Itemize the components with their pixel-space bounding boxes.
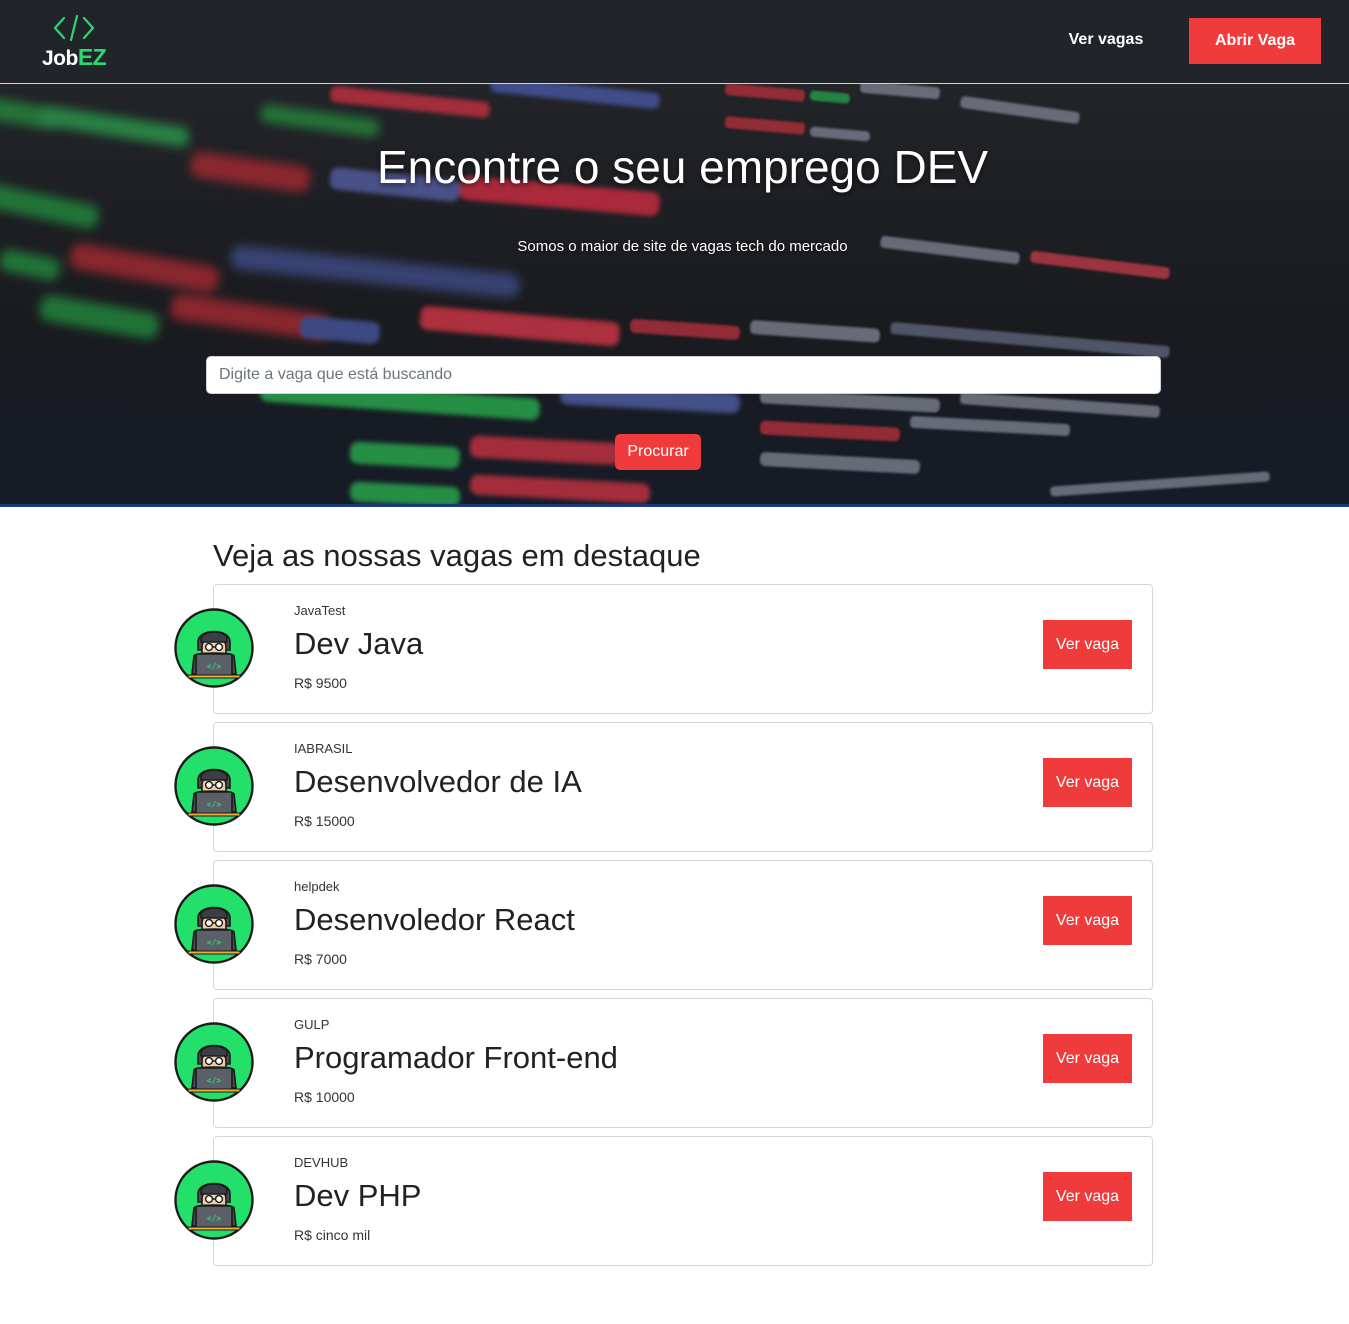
svg-text:</>: </> <box>207 1076 222 1085</box>
job-list-item: GULP Programador Front-end R$ 10000 Ver … <box>174 998 1154 1128</box>
job-company: JavaTest <box>294 603 346 618</box>
svg-text:</>: </> <box>207 938 222 947</box>
featured-heading: Veja as nossas vagas em destaque <box>213 538 701 573</box>
nav-link-ver-vagas[interactable]: Ver vagas <box>1060 18 1152 62</box>
job-company: helpdek <box>294 879 340 894</box>
svg-text:</>: </> <box>207 800 222 809</box>
ver-vaga-button[interactable]: Ver vaga <box>1043 620 1132 669</box>
job-list-item: DEVHUB Dev PHP R$ cinco mil Ver vaga </> <box>174 1136 1154 1266</box>
job-title: Desenvoledor React <box>294 902 575 937</box>
job-list-item: JavaTest Dev Java R$ 9500 Ver vaga </> <box>174 584 1154 714</box>
job-salary: R$ 15000 <box>294 813 355 829</box>
job-list: JavaTest Dev Java R$ 9500 Ver vaga </> I… <box>174 584 1154 1274</box>
job-card: GULP Programador Front-end R$ 10000 Ver … <box>213 998 1153 1128</box>
hero-title: Encontre o seu emprego DEV <box>376 141 989 193</box>
logo-text: JobEZ <box>42 44 107 71</box>
navbar: JobEZ Ver vagas Abrir Vaga <box>0 0 1349 84</box>
job-card: IABRASIL Desenvolvedor de IA R$ 15000 Ve… <box>213 722 1153 852</box>
job-company: IABRASIL <box>294 741 353 756</box>
job-company: DEVHUB <box>294 1155 349 1170</box>
job-list-item: IABRASIL Desenvolvedor de IA R$ 15000 Ve… <box>174 722 1154 852</box>
job-title: Dev Java <box>294 626 424 661</box>
logo-text-ez: EZ <box>77 44 107 70</box>
hero-subtitle: Somos o maior de site de vagas tech do m… <box>517 238 848 255</box>
search-input[interactable] <box>206 356 1161 394</box>
job-card: DEVHUB Dev PHP R$ cinco mil Ver vaga <box>213 1136 1153 1266</box>
developer-avatar-icon: </> <box>174 884 254 964</box>
job-salary: R$ 7000 <box>294 951 347 967</box>
job-title: Programador Front-end <box>294 1040 618 1075</box>
job-title: Dev PHP <box>294 1178 422 1213</box>
ver-vaga-button[interactable]: Ver vaga <box>1043 896 1132 945</box>
hero-section: Encontre o seu emprego DEV Somos o maior… <box>0 84 1349 507</box>
developer-avatar-icon: </> <box>174 608 254 688</box>
developer-avatar-icon: </> <box>174 1022 254 1102</box>
developer-avatar-icon: </> <box>174 1160 254 1240</box>
logo-text-job: Job <box>42 47 78 70</box>
job-salary: R$ 9500 <box>294 675 347 691</box>
svg-text:</>: </> <box>207 662 222 671</box>
code-brackets-icon <box>53 14 95 42</box>
job-card: helpdek Desenvoledor React R$ 7000 Ver v… <box>213 860 1153 990</box>
svg-text:</>: </> <box>207 1214 222 1223</box>
ver-vaga-button[interactable]: Ver vaga <box>1043 758 1132 807</box>
ver-vaga-button[interactable]: Ver vaga <box>1043 1172 1132 1221</box>
logo[interactable]: JobEZ <box>40 14 112 72</box>
job-card: JavaTest Dev Java R$ 9500 Ver vaga <box>213 584 1153 714</box>
job-title: Desenvolvedor de IA <box>294 764 582 799</box>
job-list-item: helpdek Desenvoledor React R$ 7000 Ver v… <box>174 860 1154 990</box>
job-salary: R$ 10000 <box>294 1089 355 1105</box>
job-salary: R$ cinco mil <box>294 1227 371 1243</box>
search-button[interactable]: Procurar <box>615 434 701 470</box>
ver-vaga-button[interactable]: Ver vaga <box>1043 1034 1132 1083</box>
abrir-vaga-button[interactable]: Abrir Vaga <box>1189 18 1321 64</box>
developer-avatar-icon: </> <box>174 746 254 826</box>
job-company: GULP <box>294 1017 330 1032</box>
